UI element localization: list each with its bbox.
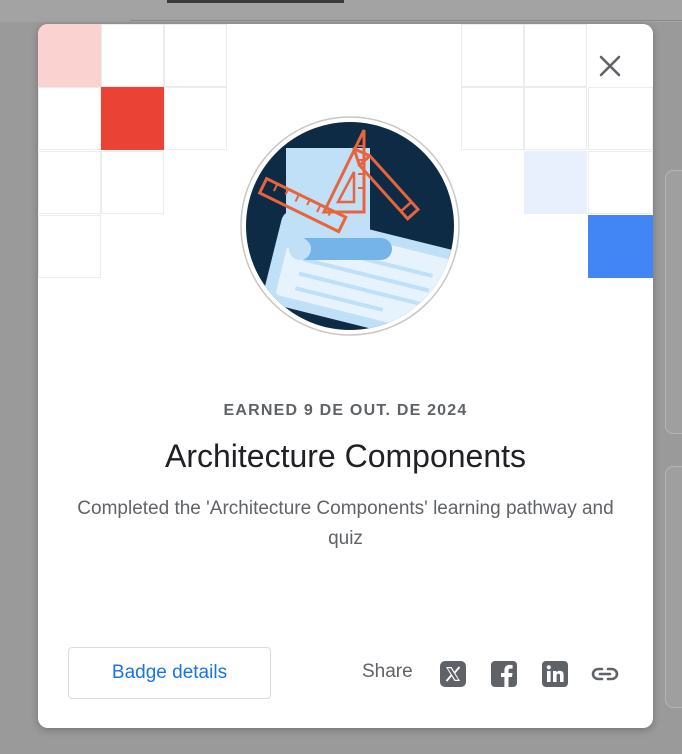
- grid-cell: [524, 87, 587, 150]
- background-tab-indicator: [167, 0, 344, 3]
- x-twitter-icon[interactable]: [439, 660, 467, 688]
- grid-cell: [38, 24, 101, 87]
- badge-dialog: EARNED 9 DE OUT. DE 2024 Architecture Co…: [38, 24, 653, 728]
- grid-cell: [38, 151, 101, 214]
- close-icon: [599, 55, 621, 77]
- grid-cell: [461, 87, 524, 150]
- grid-cell: [588, 87, 653, 150]
- badge-description: Completed the 'Architecture Components' …: [77, 498, 614, 549]
- earned-date: EARNED 9 DE OUT. DE 2024: [223, 402, 468, 419]
- linkedin-icon[interactable]: [541, 660, 569, 688]
- grid-cell: [524, 24, 587, 87]
- background-header: [0, 0, 682, 22]
- grid-cell: [38, 87, 101, 150]
- close-button[interactable]: [592, 48, 628, 84]
- badge-title: Architecture Components: [164, 438, 527, 474]
- grid-cell: [38, 215, 101, 278]
- background-divider: [130, 20, 682, 21]
- grid-cell: [164, 87, 227, 150]
- background-card: [665, 170, 682, 434]
- grid-cell: [588, 215, 653, 278]
- architecture-badge-icon: [240, 116, 460, 336]
- link-icon[interactable]: [590, 660, 620, 688]
- share-label: Share: [362, 661, 413, 682]
- grid-cell: [461, 24, 524, 87]
- grid-cell: [101, 151, 164, 214]
- background-card: [665, 466, 682, 708]
- facebook-icon[interactable]: [490, 660, 518, 688]
- grid-cell: [524, 151, 587, 214]
- grid-cell: [164, 24, 227, 87]
- grid-cell: [101, 87, 164, 150]
- badge-details-button[interactable]: Badge details: [68, 647, 271, 699]
- grid-cell: [588, 151, 653, 214]
- grid-cell: [101, 24, 164, 87]
